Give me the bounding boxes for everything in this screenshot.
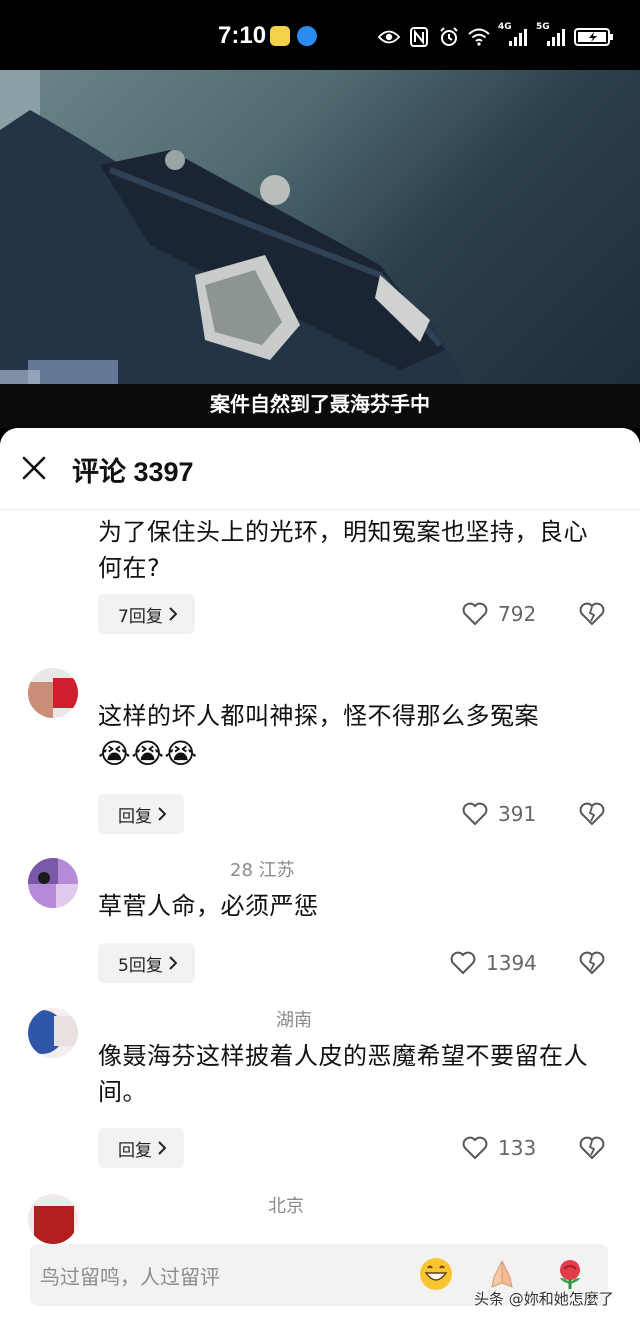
comment-text: 像聂海芬这样披着人皮的恶魔希望不要留在人间。 — [98, 1042, 588, 1106]
like-count: 133 — [498, 1136, 537, 1160]
chevron-right-icon — [158, 1141, 166, 1155]
dislike-button[interactable] — [578, 794, 606, 834]
folded-hands-icon[interactable] — [484, 1256, 520, 1292]
status-icons: 4G 5G — [378, 22, 614, 50]
comments-title: 评论 3397 — [72, 457, 194, 487]
dislike-button[interactable] — [578, 943, 606, 983]
comment-meta: 湖南 — [276, 1010, 312, 1031]
broken-heart-icon — [579, 1136, 605, 1160]
nfc-icon — [408, 26, 430, 48]
like-button[interactable]: 133 — [462, 1128, 536, 1168]
like-button[interactable]: 391 — [462, 794, 536, 834]
comments-header: 评论 3397 — [0, 428, 640, 510]
broken-heart-icon — [579, 802, 605, 826]
reply-button[interactable]: 回复 — [98, 794, 184, 834]
signal-5g-icon: 5G — [536, 22, 566, 48]
close-icon[interactable] — [18, 452, 50, 484]
avatar[interactable] — [28, 668, 78, 718]
broken-heart-icon — [579, 602, 605, 626]
alarm-icon — [438, 26, 460, 48]
dislike-button[interactable] — [578, 594, 606, 634]
comment-text: 这样的坏人都叫神探，怪不得那么多冤案 — [98, 702, 539, 730]
heart-icon — [450, 951, 476, 975]
comment-text: 草菅人命，必须严惩 — [98, 892, 319, 920]
like-button[interactable]: 792 — [462, 594, 536, 634]
reply-button[interactable]: 7回复 — [98, 594, 195, 634]
signal-4g-icon: 4G — [498, 22, 528, 48]
chevron-right-icon — [158, 807, 166, 821]
avatar[interactable] — [28, 1008, 78, 1058]
dislike-button[interactable] — [578, 1128, 606, 1168]
watermark: 头条 @妳和她怎麼了 — [474, 1290, 614, 1308]
video-player[interactable] — [0, 70, 640, 428]
reply-label: 7回复 — [118, 606, 163, 627]
eye-icon — [378, 26, 400, 48]
heart-icon — [462, 802, 488, 826]
avatar[interactable] — [28, 858, 78, 908]
comment-list[interactable]: 为了保住头上的光环，明知冤案也坚持，良心何在? 7回复 792 这样的坏人都叫神… — [0, 510, 640, 1250]
status-time: 7:10 — [218, 22, 267, 49]
comment-text: 为了保住头上的光环，明知冤案也坚持，良心何在? — [98, 518, 588, 582]
reply-label: 5回复 — [118, 955, 163, 976]
comment-input-placeholder: 鸟过留鸣，人过留评 — [40, 1265, 220, 1289]
like-count: 1394 — [486, 951, 537, 975]
battery-charging-icon — [574, 26, 614, 48]
reply-label: 回复 — [118, 806, 152, 827]
status-bar: 7:10 4G 5G — [0, 0, 640, 70]
chevron-right-icon — [169, 956, 177, 970]
reply-label: 回复 — [118, 1140, 152, 1161]
like-count: 792 — [498, 602, 537, 626]
comments-sheet: 评论 3397 为了保住头上的光环，明知冤案也坚持，良心何在? 7回复 792 … — [0, 428, 640, 1320]
comment-meta: 北京 — [268, 1196, 304, 1217]
rose-icon[interactable] — [552, 1256, 588, 1292]
like-count: 391 — [498, 802, 537, 826]
comment-emoji: 😭😭😭 — [98, 737, 198, 770]
reply-button[interactable]: 5回复 — [98, 943, 195, 983]
wifi-icon — [468, 26, 490, 48]
video-subtitle: 案件自然到了聂海芬手中 — [210, 392, 430, 416]
notification-app-icon — [270, 26, 290, 46]
video-frame-image — [0, 70, 470, 428]
heart-icon — [462, 602, 488, 626]
heart-icon — [462, 1136, 488, 1160]
reply-button[interactable]: 回复 — [98, 1128, 184, 1168]
grinning-face-icon[interactable] — [418, 1256, 454, 1292]
chevron-right-icon — [169, 607, 177, 621]
avatar[interactable] — [28, 1194, 78, 1244]
notification-browser-icon — [297, 26, 317, 46]
comment-meta: 28 江苏 — [230, 860, 295, 881]
broken-heart-icon — [579, 951, 605, 975]
like-button[interactable]: 1394 — [450, 943, 537, 983]
